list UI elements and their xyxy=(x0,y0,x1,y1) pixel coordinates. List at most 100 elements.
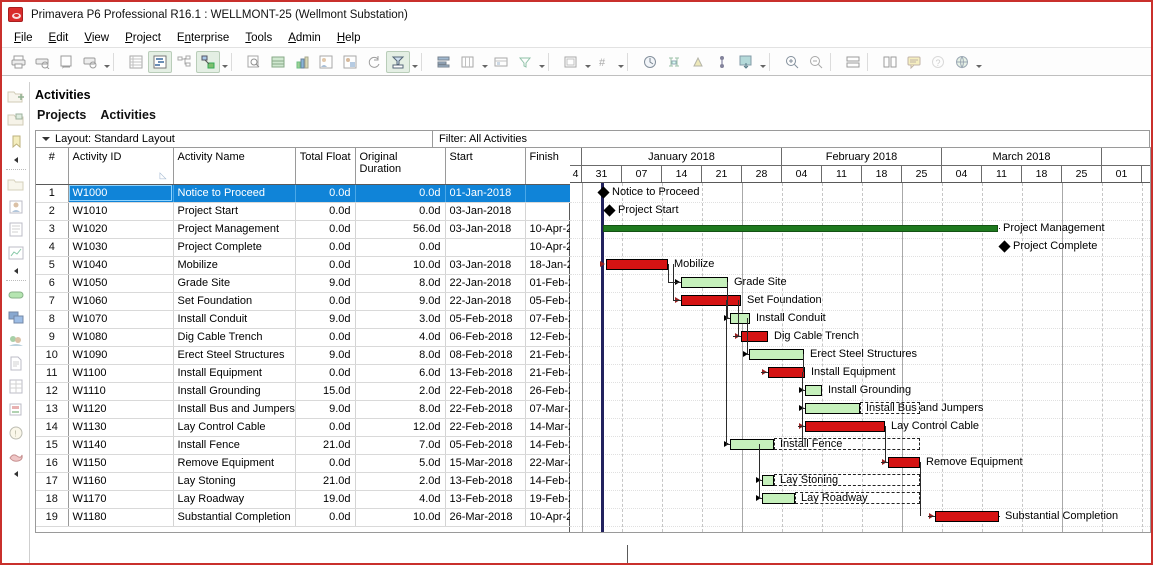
table-row[interactable]: 4 W1030 Project Complete 0.0d 0.0d 10-Apr-201… xyxy=(36,238,606,257)
gantt-bar[interactable] xyxy=(805,403,860,414)
help-question-icon[interactable]: ? xyxy=(926,51,950,73)
resource-usage-icon[interactable] xyxy=(338,51,362,73)
gantt-critical-bar[interactable] xyxy=(888,457,920,468)
tab-activities[interactable]: Activities xyxy=(100,108,156,122)
cell-start[interactable]: 22-Jan-2018 xyxy=(445,292,526,311)
cell-start[interactable]: 01-Jan-2018 xyxy=(445,184,526,203)
menu-admin[interactable]: Admin xyxy=(288,32,321,44)
cell-total-float[interactable]: 0.0d xyxy=(295,328,356,347)
cell-total-float[interactable]: 21.0d xyxy=(295,436,356,455)
cell-total-float[interactable]: 0.0d xyxy=(295,364,356,383)
table-view-icon[interactable] xyxy=(124,51,148,73)
cell-activity-name[interactable]: Grade Site xyxy=(173,274,296,293)
gantt-milestone[interactable] xyxy=(603,204,616,217)
cell-total-float[interactable]: 9.0d xyxy=(295,274,356,293)
documents-icon[interactable] xyxy=(5,354,27,374)
cell-activity-id[interactable]: W1170 xyxy=(68,490,174,509)
col-header-total-float[interactable]: Total Float xyxy=(295,148,356,185)
wbs-bar-icon[interactable] xyxy=(5,285,27,305)
table-row[interactable]: 7 W1060 Set Foundation 0.0d 9.0d 22-Jan-2018 0… xyxy=(36,292,606,311)
cell-total-float[interactable]: 0.0d xyxy=(295,202,356,221)
help-globe-icon[interactable] xyxy=(950,51,974,73)
cell-start[interactable]: 03-Jan-2018 xyxy=(445,202,526,221)
table-row[interactable]: 11 W1100 Install Equipment 0.0d 6.0d 13-Feb-2… xyxy=(36,364,606,383)
cell-row-number[interactable]: 17 xyxy=(36,472,69,491)
table-row[interactable]: 2 W1010 Project Start 0.0d 0.0d 03-Jan-2018 xyxy=(36,202,606,221)
cell-row-number[interactable]: 19 xyxy=(36,508,69,527)
split-vertical-icon[interactable] xyxy=(878,51,902,73)
gantt-chart-pane[interactable]: January 2018February 2018March 2018April… xyxy=(570,148,1150,532)
cell-start[interactable]: 08-Feb-2018 xyxy=(445,346,526,365)
cell-total-float[interactable]: 0.0d xyxy=(295,418,356,437)
cell-original-duration[interactable]: 0.0d xyxy=(355,238,446,257)
activities-icon[interactable] xyxy=(5,220,27,240)
cell-original-duration[interactable]: 56.0d xyxy=(355,220,446,239)
cell-activity-name[interactable]: Notice to Proceed xyxy=(173,184,296,203)
cell-row-number[interactable]: 8 xyxy=(36,310,69,329)
cell-original-duration[interactable]: 2.0d xyxy=(355,472,446,491)
table-row[interactable]: 6 W1050 Grade Site 9.0d 8.0d 22-Jan-2018 01-Fe… xyxy=(36,274,606,293)
cell-total-float[interactable]: 0.0d xyxy=(295,238,356,257)
cell-total-float[interactable]: 9.0d xyxy=(295,310,356,329)
cell-start[interactable]: 26-Mar-2018 xyxy=(445,508,526,527)
help-dropdown-caret[interactable] xyxy=(974,51,983,73)
cell-row-number[interactable]: 14 xyxy=(36,418,69,437)
schedule-icon[interactable] xyxy=(638,51,662,73)
table-row[interactable]: 10 W1090 Erect Steel Structures 9.0d 8.0d 08-… xyxy=(36,346,606,365)
cell-row-number[interactable]: 13 xyxy=(36,400,69,419)
cell-row-number[interactable]: 6 xyxy=(36,274,69,293)
cell-activity-id[interactable]: W1090 xyxy=(68,346,174,365)
cell-original-duration[interactable]: 9.0d xyxy=(355,292,446,311)
gantt-critical-bar[interactable] xyxy=(768,367,805,378)
cell-row-number[interactable]: 3 xyxy=(36,220,69,239)
columns-icon[interactable] xyxy=(456,51,480,73)
cell-activity-id[interactable]: W1160 xyxy=(68,472,174,491)
table-row[interactable]: 17 W1160 Lay Stoning 21.0d 2.0d 13-Feb-2018 14… xyxy=(36,472,606,491)
gantt-bar[interactable] xyxy=(805,385,822,396)
rail-collapse-arrow-1[interactable] xyxy=(6,155,26,165)
gantt-critical-bar[interactable] xyxy=(606,259,668,270)
menu-tools[interactable]: Tools xyxy=(245,32,272,44)
cell-activity-id[interactable]: W1130 xyxy=(68,418,174,437)
cell-row-number[interactable]: 12 xyxy=(36,382,69,401)
cell-activity-id[interactable]: W1040 xyxy=(68,256,174,275)
cell-activity-name[interactable]: Remove Equipment xyxy=(173,454,296,473)
menu-edit[interactable]: Edit xyxy=(49,32,69,44)
table-row[interactable]: 8 W1070 Install Conduit 9.0d 3.0d 05-Feb-2018… xyxy=(36,310,606,329)
gantt-bar[interactable] xyxy=(681,277,728,288)
cell-total-float[interactable]: 21.0d xyxy=(295,472,356,491)
table-row[interactable]: 5 W1040 Mobilize 0.0d 10.0d 03-Jan-2018 18-Jan… xyxy=(36,256,606,275)
filter-indicator[interactable]: Filter: All Activities xyxy=(433,131,1149,147)
notebook-icon[interactable] xyxy=(902,51,926,73)
cell-total-float[interactable]: 0.0d xyxy=(295,292,356,311)
cell-start[interactable]: 06-Feb-2018 xyxy=(445,328,526,347)
cell-start[interactable] xyxy=(445,238,526,257)
cell-activity-id[interactable]: W1010 xyxy=(68,202,174,221)
issues-icon[interactable]: ! xyxy=(5,423,27,443)
row-height-icon[interactable] xyxy=(432,51,456,73)
cell-activity-name[interactable]: Install Conduit xyxy=(173,310,296,329)
split-horizontal-icon[interactable] xyxy=(841,51,865,73)
gantt-critical-bar[interactable] xyxy=(681,295,741,306)
gantt-milestone[interactable] xyxy=(597,186,610,199)
cell-total-float[interactable]: 0.0d xyxy=(295,256,356,275)
print-icon[interactable] xyxy=(6,51,30,73)
cell-original-duration[interactable]: 3.0d xyxy=(355,310,446,329)
zoom-in-icon[interactable] xyxy=(780,51,804,73)
cell-start[interactable]: 13-Feb-2018 xyxy=(445,490,526,509)
cell-activity-id[interactable]: W1030 xyxy=(68,238,174,257)
table-row[interactable]: 19 W1180 Substantial Completion 0.0d 10.0d 26… xyxy=(36,508,606,527)
cell-activity-id[interactable]: W1000 xyxy=(68,184,174,203)
cell-total-float[interactable]: 9.0d xyxy=(295,346,356,365)
col-header-row-number[interactable]: # xyxy=(36,148,69,185)
gantt-critical-bar[interactable] xyxy=(741,331,768,342)
gantt-bar[interactable] xyxy=(730,439,774,450)
update-progress-icon[interactable] xyxy=(734,51,758,73)
cell-activity-name[interactable]: Mobilize xyxy=(173,256,296,275)
cell-original-duration[interactable]: 6.0d xyxy=(355,364,446,383)
col-header-start[interactable]: Start xyxy=(445,148,526,185)
menu-help[interactable]: Help xyxy=(337,32,361,44)
filter2-dropdown-caret[interactable] xyxy=(537,51,546,73)
cell-total-float[interactable]: 19.0d xyxy=(295,490,356,509)
col-header-original-duration[interactable]: Original Duration xyxy=(355,148,446,185)
